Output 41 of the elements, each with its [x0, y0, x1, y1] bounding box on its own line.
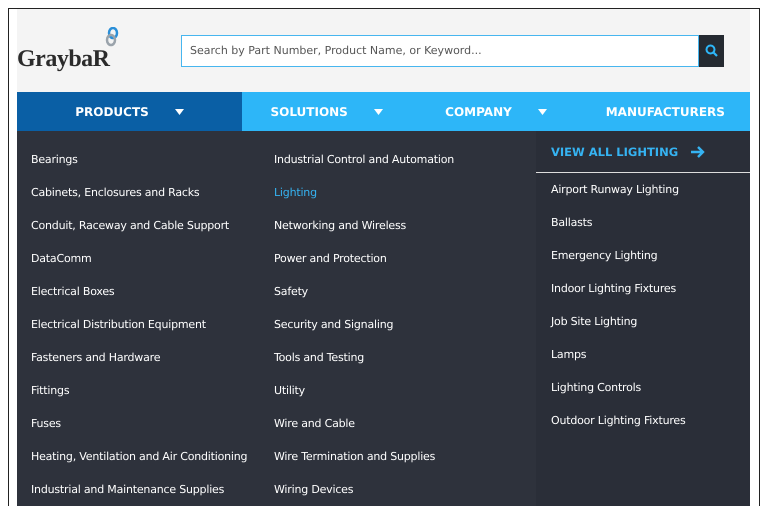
logo[interactable]: GraybaR — [17, 46, 110, 73]
category-link[interactable]: Lighting — [274, 176, 536, 209]
dropdown-caret-icon — [374, 108, 383, 115]
category-link[interactable]: Conduit, Raceway and Cable Support — [31, 209, 260, 242]
category-link[interactable]: Electrical Distribution Equipment — [31, 308, 260, 341]
category-link[interactable]: Fittings — [31, 374, 260, 407]
dropdown-caret-icon — [538, 108, 547, 115]
category-link[interactable]: Security and Signaling — [274, 308, 536, 341]
category-link[interactable]: Heating, Ventilation and Air Conditioning — [31, 440, 260, 473]
subcategory-link[interactable]: Emergency Lighting — [551, 239, 750, 272]
subcategory-link[interactable]: Ballasts — [551, 206, 750, 239]
subcategory-link[interactable]: Lighting Controls — [551, 371, 750, 404]
search-field[interactable]: Search by Part Number, Product Name, or Keyword... — [181, 34, 699, 67]
subcategory-link[interactable]: Lamps — [551, 338, 750, 371]
category-link[interactable]: Wiring Devices — [274, 473, 536, 506]
category-link[interactable]: Utility — [274, 374, 536, 407]
dropdown-caret-icon — [174, 108, 184, 115]
category-link[interactable]: Tools and Testing — [274, 341, 536, 374]
category-link[interactable]: Fasteners and Hardware — [31, 341, 260, 374]
category-link[interactable]: Electrical Boxes — [31, 275, 260, 308]
category-link[interactable]: Wire and Cable — [274, 407, 536, 440]
subcategory-link[interactable]: Airport Runway Lighting — [551, 173, 750, 206]
category-link[interactable]: Safety — [274, 275, 536, 308]
search-icon — [705, 44, 718, 58]
category-link[interactable]: Power and Protection — [274, 242, 536, 275]
subcategory-link[interactable]: Job Site Lighting — [551, 305, 750, 338]
category-link[interactable]: Bearings — [31, 143, 260, 176]
nav-tab[interactable]: PRODUCTS — [17, 92, 242, 131]
subcategory-link[interactable]: Indoor Lighting Fixtures — [551, 272, 750, 305]
category-link[interactable]: DataComm — [31, 242, 260, 275]
category-link[interactable]: Fuses — [31, 407, 260, 440]
chain-icon — [105, 26, 119, 47]
category-link[interactable]: Wire Termination and Supplies — [274, 440, 536, 473]
category-link[interactable]: Cabinets, Enclosures and Racks — [31, 176, 260, 209]
arrow-right-icon — [690, 146, 706, 158]
view-all-link[interactable]: VIEW ALL LIGHTING — [536, 131, 750, 173]
search-button[interactable] — [699, 34, 724, 67]
category-link[interactable]: Industrial and Maintenance Supplies — [31, 473, 260, 506]
category-link[interactable]: Networking and Wireless — [274, 209, 536, 242]
category-link[interactable]: Industrial Control and Automation — [274, 143, 536, 176]
subcategory-link[interactable]: Outdoor Lighting Fixtures — [551, 404, 750, 437]
